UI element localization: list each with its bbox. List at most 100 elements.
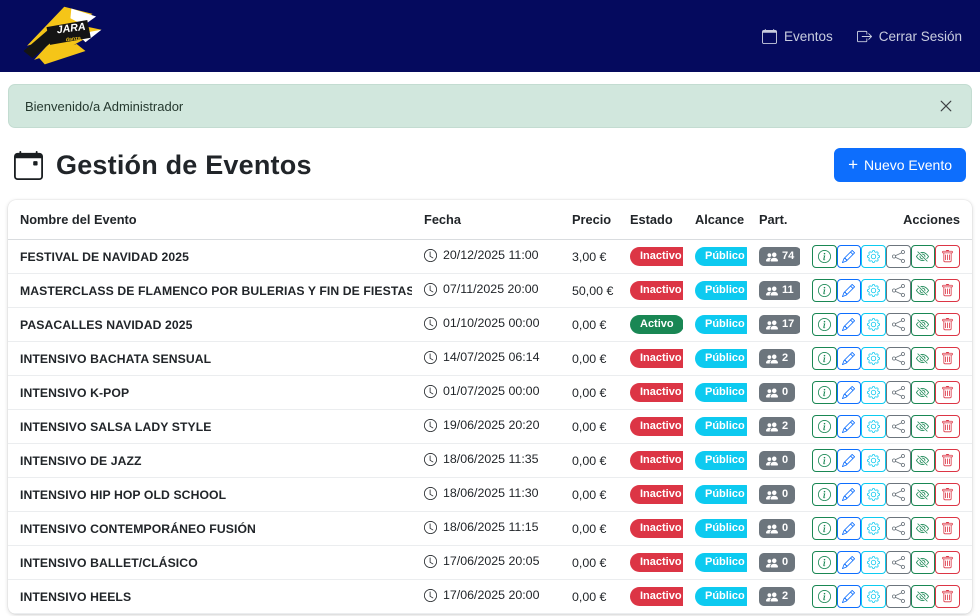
event-date-cell: 18/06/2025 11:35 xyxy=(412,444,560,478)
settings-button[interactable] xyxy=(861,585,886,608)
header-precio: Precio xyxy=(560,200,618,240)
event-participants-cell: 0 xyxy=(747,478,800,512)
view-button[interactable] xyxy=(911,585,936,608)
edit-button[interactable] xyxy=(837,415,862,438)
info-button[interactable] xyxy=(812,551,837,574)
delete-button[interactable] xyxy=(935,585,960,608)
edit-button[interactable] xyxy=(837,381,862,404)
delete-button[interactable] xyxy=(935,551,960,574)
info-button[interactable] xyxy=(812,245,837,268)
table-row: INTENSIVO DE JAZZ18/06/2025 11:350,00 €I… xyxy=(8,444,972,478)
share-button[interactable] xyxy=(886,313,911,336)
trash-icon xyxy=(941,556,954,569)
event-scope-cell: Público xyxy=(683,342,747,376)
info-button[interactable] xyxy=(812,313,837,336)
share-button[interactable] xyxy=(886,585,911,608)
share-button[interactable] xyxy=(886,551,911,574)
view-button[interactable] xyxy=(911,449,936,472)
app-logo[interactable]: JARA danza xyxy=(18,5,114,67)
pencil-icon xyxy=(842,590,855,603)
pencil-icon xyxy=(842,522,855,535)
share-button[interactable] xyxy=(886,381,911,404)
delete-button[interactable] xyxy=(935,313,960,336)
pencil-icon xyxy=(842,250,855,263)
share-button[interactable] xyxy=(886,279,911,302)
nav-link-cerrar-sesion[interactable]: Cerrar Sesión xyxy=(857,29,962,44)
delete-button[interactable] xyxy=(935,347,960,370)
view-button[interactable] xyxy=(911,313,936,336)
delete-button[interactable] xyxy=(935,279,960,302)
clock-icon xyxy=(424,589,437,602)
edit-button[interactable] xyxy=(837,551,862,574)
view-button[interactable] xyxy=(911,279,936,302)
view-button[interactable] xyxy=(911,551,936,574)
share-button[interactable] xyxy=(886,517,911,540)
info-button[interactable] xyxy=(812,347,837,370)
settings-button[interactable] xyxy=(861,313,886,336)
trash-icon xyxy=(941,284,954,297)
view-button[interactable] xyxy=(911,381,936,404)
edit-button[interactable] xyxy=(837,483,862,506)
info-button[interactable] xyxy=(812,483,837,506)
edit-button[interactable] xyxy=(837,313,862,336)
info-button[interactable] xyxy=(812,381,837,404)
settings-button[interactable] xyxy=(861,483,886,506)
settings-button[interactable] xyxy=(861,279,886,302)
event-date-cell: 17/06/2025 20:05 xyxy=(412,546,560,580)
nav-links: Eventos Cerrar Sesión xyxy=(762,29,962,44)
edit-button[interactable] xyxy=(837,347,862,370)
trash-icon xyxy=(941,522,954,535)
delete-button[interactable] xyxy=(935,517,960,540)
view-button[interactable] xyxy=(911,415,936,438)
delete-button[interactable] xyxy=(935,415,960,438)
edit-button[interactable] xyxy=(837,449,862,472)
share-button[interactable] xyxy=(886,347,911,370)
share-button[interactable] xyxy=(886,449,911,472)
edit-button[interactable] xyxy=(837,279,862,302)
settings-button[interactable] xyxy=(861,381,886,404)
settings-button[interactable] xyxy=(861,551,886,574)
new-event-button[interactable]: + Nuevo Evento xyxy=(834,148,966,182)
view-button[interactable] xyxy=(911,517,936,540)
gear-icon xyxy=(867,522,880,535)
share-button[interactable] xyxy=(886,415,911,438)
settings-button[interactable] xyxy=(861,245,886,268)
info-button[interactable] xyxy=(812,279,837,302)
settings-button[interactable] xyxy=(861,517,886,540)
info-button[interactable] xyxy=(812,449,837,472)
delete-button[interactable] xyxy=(935,381,960,404)
scope-badge: Público xyxy=(695,349,747,368)
event-price: 0,00 € xyxy=(560,376,618,410)
event-participants-cell: 74 xyxy=(747,240,800,274)
delete-button[interactable] xyxy=(935,483,960,506)
edit-button[interactable] xyxy=(837,585,862,608)
view-button[interactable] xyxy=(911,483,936,506)
settings-button[interactable] xyxy=(861,415,886,438)
edit-button[interactable] xyxy=(837,245,862,268)
info-button[interactable] xyxy=(812,415,837,438)
trash-icon xyxy=(941,250,954,263)
view-button[interactable] xyxy=(911,347,936,370)
share-button[interactable] xyxy=(886,245,911,268)
settings-button[interactable] xyxy=(861,347,886,370)
info-button[interactable] xyxy=(812,585,837,608)
event-actions-cell xyxy=(800,410,972,444)
delete-button[interactable] xyxy=(935,245,960,268)
info-icon xyxy=(818,284,831,297)
settings-button[interactable] xyxy=(861,449,886,472)
nav-link-eventos[interactable]: Eventos xyxy=(762,29,833,44)
people-icon xyxy=(766,489,778,501)
share-button[interactable] xyxy=(886,483,911,506)
view-button[interactable] xyxy=(911,245,936,268)
event-participants-cell: 0 xyxy=(747,444,800,478)
alert-close-button[interactable] xyxy=(937,97,955,115)
scope-badge: Público xyxy=(695,417,747,436)
navbar: JARA danza Eventos Cerrar Sesión xyxy=(0,0,980,72)
event-scope-cell: Público xyxy=(683,546,747,580)
edit-button[interactable] xyxy=(837,517,862,540)
clock-icon xyxy=(424,283,437,296)
header-alcance: Alcance xyxy=(683,200,747,240)
info-button[interactable] xyxy=(812,517,837,540)
scope-badge: Público xyxy=(695,485,747,504)
delete-button[interactable] xyxy=(935,449,960,472)
